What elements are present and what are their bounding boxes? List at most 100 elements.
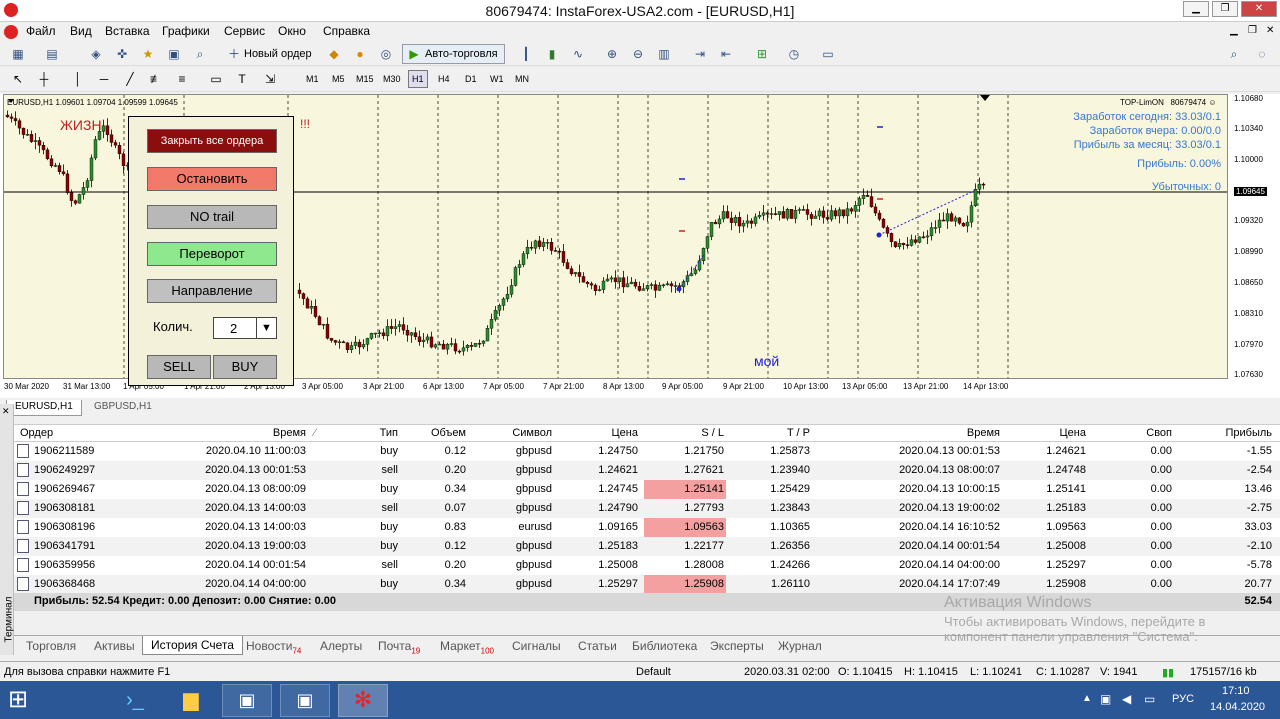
table-row[interactable]: 1906308196 2020.04.13 14:00:03 buy 0.83 euru… — [14, 518, 1280, 537]
table-row[interactable]: 1906269467 2020.04.13 08:00:09 buy 0.34 gbpu… — [14, 480, 1280, 499]
no-trail-button[interactable]: NO trail — [147, 205, 277, 229]
col-swap[interactable]: Своп — [1146, 427, 1172, 439]
col-tp[interactable]: T / P — [787, 427, 810, 439]
tab-market[interactable]: Маркет100 — [440, 639, 494, 655]
quantity-select[interactable]: 2 ▼ — [213, 317, 277, 339]
tab-journal[interactable]: Журнал — [778, 639, 822, 653]
child-close-button[interactable]: ✕ — [1266, 25, 1274, 36]
tab-mail[interactable]: Почта19 — [378, 639, 420, 655]
candle-chart-icon[interactable]: ▮ — [544, 46, 560, 62]
tab-signals[interactable]: Сигналы — [512, 639, 561, 653]
timeframe-h1[interactable]: H1 — [408, 70, 428, 88]
child-restore-button[interactable]: ❐ — [1248, 25, 1257, 36]
metaeditor-icon[interactable]: ◆ — [326, 46, 342, 62]
menu-app-icon[interactable] — [4, 25, 18, 39]
col-open-time[interactable]: Время — [273, 427, 306, 439]
maximize-button[interactable]: ❐ — [1212, 1, 1238, 17]
timeframe-m5[interactable]: M5 — [332, 74, 345, 84]
table-row[interactable]: 1906211589 2020.04.10 11:00:03 buy 0.12 gbpu… — [14, 442, 1280, 461]
col-type[interactable]: Тип — [380, 427, 398, 439]
trendline-icon[interactable]: ╱ — [122, 71, 138, 87]
tab-trade[interactable]: Торговля — [26, 639, 76, 653]
line-chart-icon[interactable]: ∿ — [570, 46, 586, 62]
direction-button[interactable]: Направление — [147, 279, 277, 303]
tray-arrow-icon[interactable]: ▲ — [1082, 693, 1092, 704]
vertical-line-icon[interactable]: │ — [70, 71, 86, 87]
tab-articles[interactable]: Статьи — [578, 639, 617, 653]
horizontal-line-icon[interactable]: ─ — [96, 71, 112, 87]
terminal-icon[interactable]: ▣ — [166, 46, 182, 62]
vps-icon[interactable]: ◎ — [378, 46, 394, 62]
child-minimize-button[interactable]: ▁ — [1230, 25, 1238, 36]
navigator-icon[interactable]: ★ — [140, 46, 156, 62]
table-row[interactable]: 1906308181 2020.04.13 14:00:03 sell 0.07 gbp… — [14, 499, 1280, 518]
auto-trading-button[interactable]: ▶ Авто-торговля — [402, 44, 505, 64]
zoom-out-icon[interactable]: ⊖ — [630, 46, 646, 62]
taskbar-explorer[interactable]: ▆ — [166, 684, 216, 717]
network-icon[interactable]: ▣ — [1100, 692, 1111, 706]
language-indicator[interactable]: РУС — [1172, 693, 1194, 705]
zoom-in-icon[interactable]: ⊕ — [604, 46, 620, 62]
tab-assets[interactable]: Активы — [94, 639, 135, 653]
new-chart-icon[interactable]: ▦ — [10, 46, 26, 62]
tab-library[interactable]: Библиотека — [632, 639, 697, 653]
market-watch-icon[interactable]: ◈ — [88, 46, 104, 62]
close-all-orders-button[interactable]: Закрыть все ордера — [147, 129, 277, 153]
taskbar-app-2[interactable]: ▣ — [280, 684, 330, 717]
templates-icon[interactable]: ▭ — [820, 46, 836, 62]
col-close-price[interactable]: Цена — [1060, 427, 1086, 439]
menu-view[interactable]: Вид — [70, 24, 92, 38]
new-order-button[interactable]: ＋ Новый ордер — [224, 45, 312, 63]
timeframe-mn[interactable]: MN — [515, 74, 529, 84]
channel-icon[interactable]: ≢ — [148, 71, 164, 87]
signals-icon[interactable]: ● — [352, 46, 368, 62]
close-button[interactable]: ✕ — [1241, 1, 1277, 17]
menu-help[interactable]: Справка — [323, 24, 370, 38]
tile-windows-icon[interactable]: ▥ — [656, 46, 672, 62]
dropdown-arrow-icon[interactable]: ▼ — [256, 318, 276, 338]
menu-insert[interactable]: Вставка — [105, 24, 150, 38]
timeframe-w1[interactable]: W1 — [490, 74, 504, 84]
periods-icon[interactable]: ◷ — [786, 46, 802, 62]
volume-icon[interactable]: ◀ — [1122, 692, 1131, 706]
col-symbol[interactable]: Символ — [512, 427, 552, 439]
timeframe-m1[interactable]: M1 — [306, 74, 319, 84]
tab-alerts[interactable]: Алерты — [320, 639, 362, 653]
terminal-close-icon[interactable]: ✕ — [2, 406, 10, 417]
crosshair-icon[interactable]: ┼ — [36, 71, 52, 87]
text-icon[interactable]: T — [234, 71, 250, 87]
col-close-time[interactable]: Время — [967, 427, 1000, 439]
connection-icon[interactable]: ▮▮ — [1162, 666, 1174, 679]
col-price[interactable]: Цена — [612, 427, 638, 439]
reverse-button[interactable]: Переворот — [147, 242, 277, 266]
stop-button[interactable]: Остановить — [147, 167, 277, 191]
taskbar-app-1[interactable]: ▣ — [222, 684, 272, 717]
timeframe-m30[interactable]: M30 — [383, 74, 401, 84]
fibonacci-icon[interactable]: ≡ — [174, 71, 190, 87]
minimize-button[interactable]: ▁ — [1183, 1, 1209, 17]
col-volume[interactable]: Объем — [431, 427, 466, 439]
col-sl[interactable]: S / L — [701, 427, 724, 439]
buy-button[interactable]: BUY — [213, 355, 277, 379]
tray-icon[interactable]: ▭ — [1144, 692, 1155, 706]
profiles-icon[interactable]: ▤ — [44, 46, 60, 62]
indicators-icon[interactable]: ⊞ — [754, 46, 770, 62]
data-window-icon[interactable]: ✜ — [114, 46, 130, 62]
table-row[interactable]: 1906368468 2020.04.14 04:00:00 buy 0.34 gbpu… — [14, 575, 1280, 594]
taskbar-powershell[interactable]: ›_ — [110, 684, 160, 717]
taskbar-metatrader[interactable]: ✻ — [338, 684, 388, 717]
col-order[interactable]: Ордер — [20, 427, 53, 439]
chat-icon[interactable]: ◌ — [1254, 46, 1270, 62]
chart-tab-eurusd[interactable]: EURUSD,H1 — [6, 400, 82, 416]
rectangle-icon[interactable]: ▭ — [208, 71, 224, 87]
tab-news[interactable]: Новости74 — [246, 639, 301, 655]
timeframe-h4[interactable]: H4 — [438, 74, 450, 84]
menu-charts[interactable]: Графики — [162, 24, 210, 38]
cursor-icon[interactable]: ↖ — [10, 71, 26, 87]
clock-time[interactable]: 17:10 — [1222, 685, 1250, 697]
timeframe-d1[interactable]: D1 — [465, 74, 477, 84]
start-button[interactable]: ⊞ — [8, 687, 38, 713]
timeframe-m15[interactable]: M15 — [356, 74, 374, 84]
menu-tools[interactable]: Сервис — [224, 24, 265, 38]
col-profit[interactable]: Прибыль — [1225, 427, 1272, 439]
